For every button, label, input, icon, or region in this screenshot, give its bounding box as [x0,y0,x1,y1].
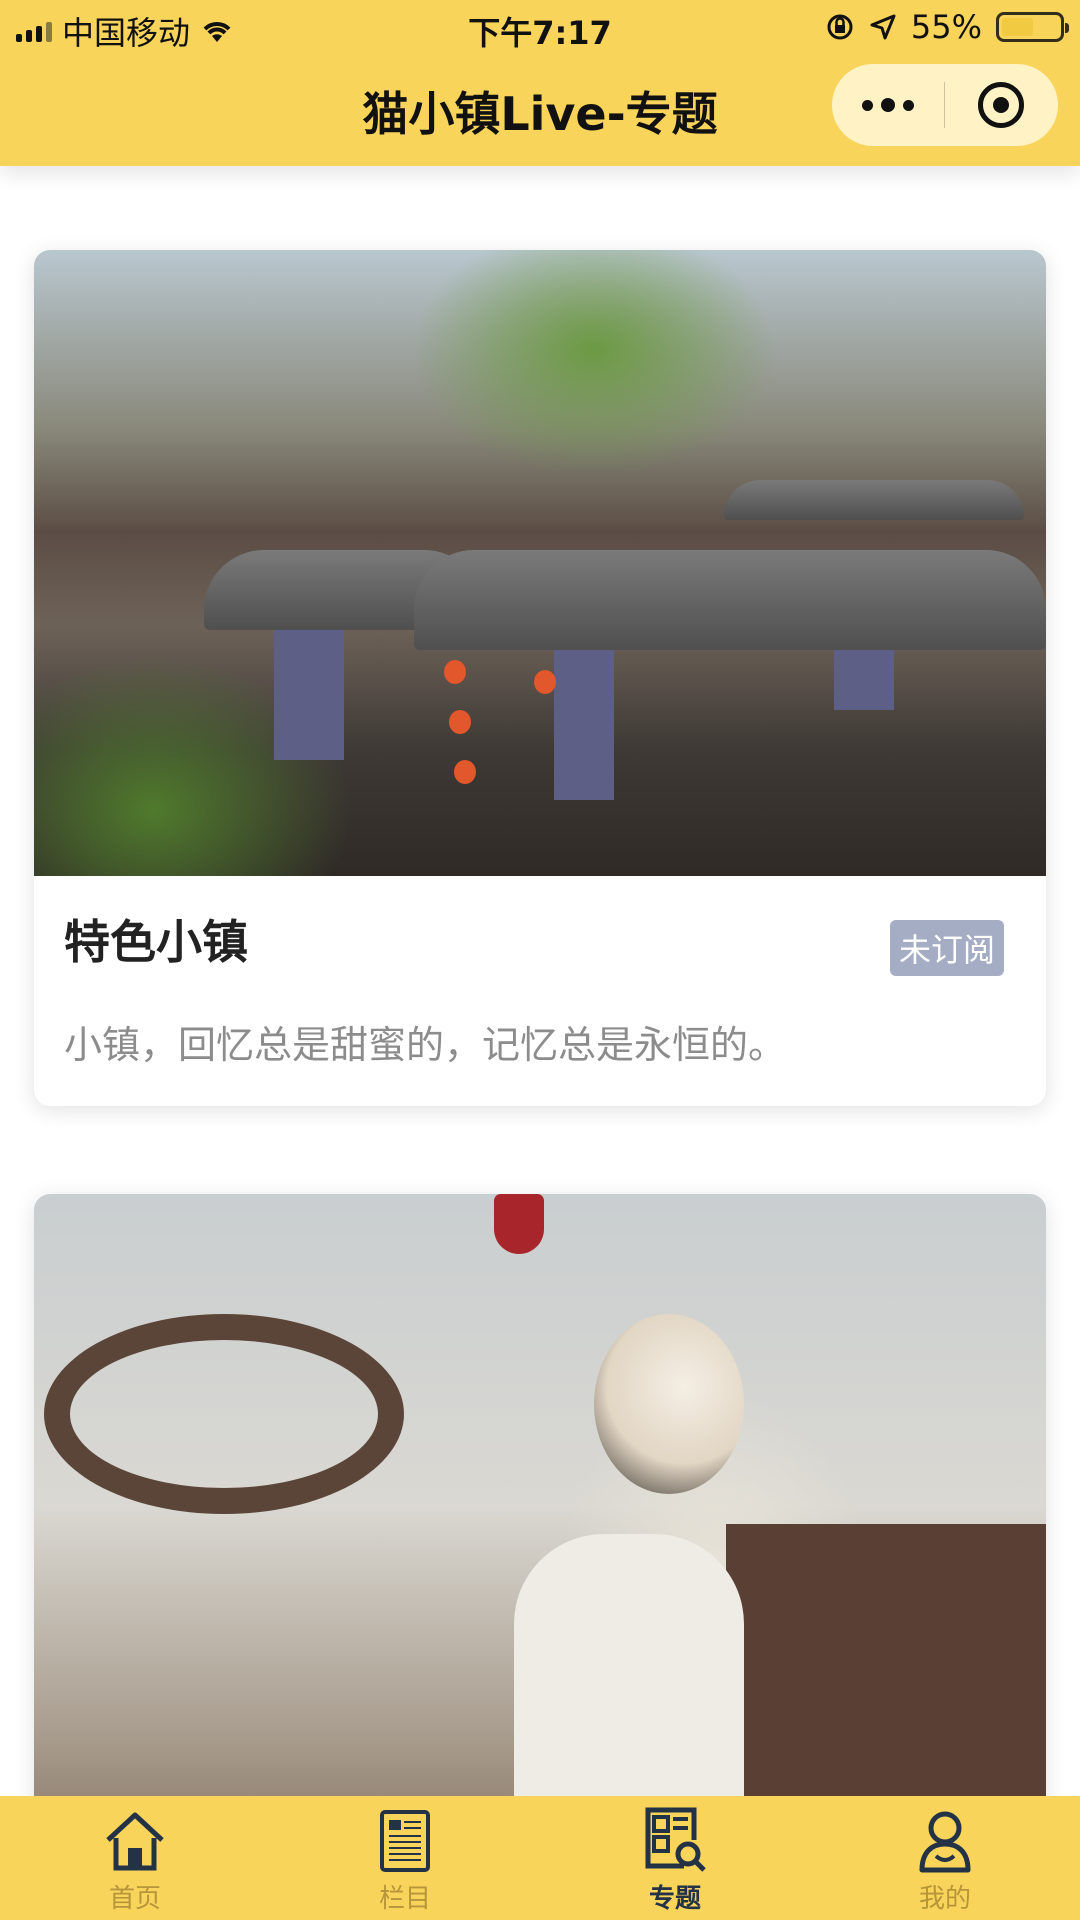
battery-fill [1002,18,1033,36]
location-arrow-icon [870,14,896,40]
top-bar: 中国移动 下午7:17 55% 猫小镇Live-专题 [0,0,1080,166]
card-description: 小镇，回忆总是甜蜜的，记忆总是永恒的。 [64,1023,787,1067]
card-body: 特色小镇 未订阅 小镇，回忆总是甜蜜的，记忆总是永恒的。 [34,876,1046,1106]
tab-label: 我的 [918,1884,971,1914]
card-title: 特色小镇 [64,915,248,969]
home-icon [106,1812,164,1871]
subscribe-status-badge[interactable]: 未订阅 [890,920,1004,976]
topic-search-icon [645,1807,706,1872]
status-bar: 中国移动 下午7:17 55% [0,0,1080,52]
battery-icon [996,12,1069,42]
column-icon [380,1810,430,1872]
tab-bar: 首页 栏目 专题 我的 [0,1796,1080,1920]
tab-label: 专题 [648,1884,701,1914]
tab-label: 栏目 [378,1884,431,1914]
status-right: 55% [825,8,1069,46]
water-town-boats-photo [34,250,1046,876]
tab-mine[interactable]: 我的 [810,1796,1080,1920]
tab-home[interactable]: 首页 [0,1796,270,1920]
orientation-lock-icon [827,14,853,40]
tab-topic[interactable]: 专题 [540,1796,810,1920]
tab-column[interactable]: 栏目 [270,1796,540,1920]
tab-label: 首页 [108,1884,161,1914]
mini-program-capsule [832,64,1058,146]
target-icon[interactable] [945,64,1057,146]
more-dots-icon[interactable] [832,64,944,146]
user-icon [919,1811,971,1873]
battery-percent: 55% [910,8,982,46]
topic-card[interactable]: 特色小镇 未订阅 小镇，回忆总是甜蜜的，记忆总是永恒的。 [34,250,1046,1106]
